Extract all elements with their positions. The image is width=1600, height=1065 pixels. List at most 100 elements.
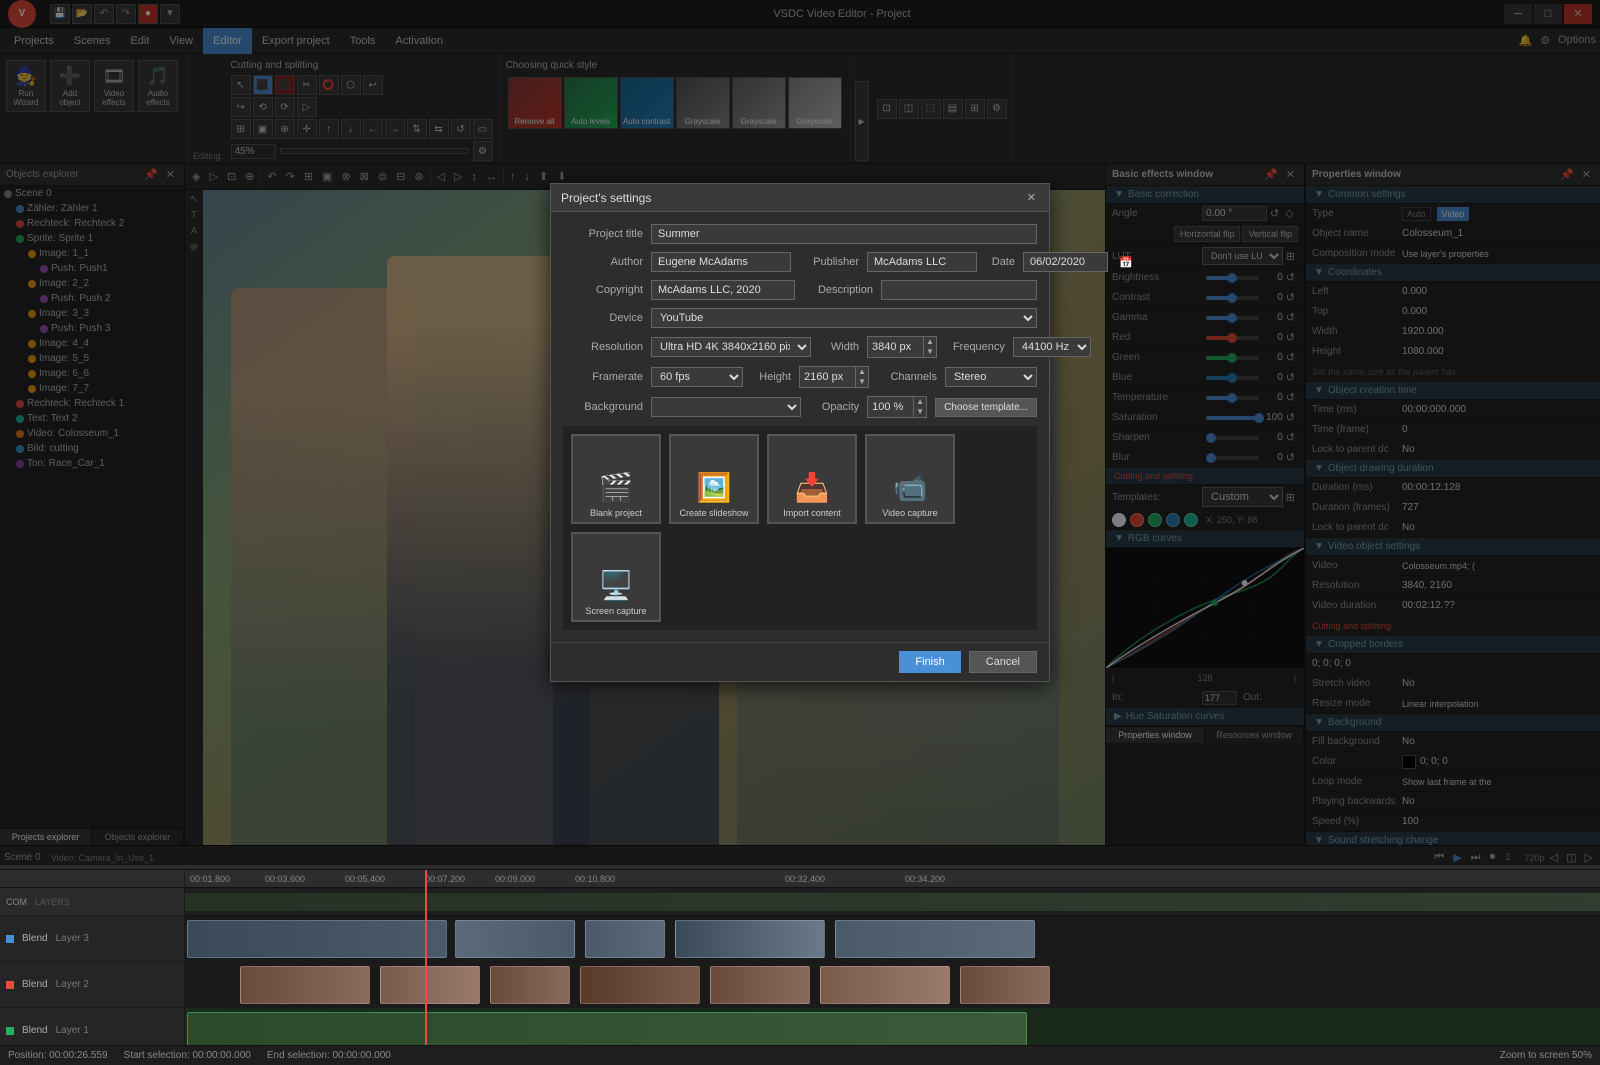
project-title-input[interactable] — [651, 224, 1037, 244]
blend-label-1: Blend — [22, 1025, 48, 1036]
author-input[interactable] — [651, 252, 791, 272]
height-field-label: Height — [751, 371, 791, 383]
track-dot-2 — [6, 981, 14, 989]
clip-2-6[interactable] — [820, 966, 950, 1004]
clip-1-main[interactable] — [187, 1012, 1027, 1045]
clip-3-3[interactable] — [585, 920, 665, 958]
dialog-title-bar: Project's settings ✕ — [551, 184, 1049, 212]
import-template-icon: 📥 — [795, 471, 830, 504]
template-import[interactable]: 📥 Import content — [767, 434, 857, 524]
com-layers-label: LAYERS — [35, 897, 70, 907]
clip-3-2[interactable] — [455, 920, 575, 958]
end-selection-label: End selection: 00:00:00.000 — [267, 1050, 391, 1061]
opacity-down[interactable]: ▼ — [914, 407, 926, 417]
dialog-author-row: Author Publisher Date 📅 — [563, 252, 1037, 272]
playhead — [425, 870, 427, 1045]
height-down[interactable]: ▼ — [856, 377, 868, 387]
channels-select[interactable]: Stereo — [945, 367, 1037, 387]
timeline-ruler: 00:01.800 00:03.600 00:05.400 00:07.200 … — [185, 870, 1600, 888]
timeline-content: 00:01.800 00:03.600 00:05.400 00:07.200 … — [185, 870, 1600, 1045]
copyright-input[interactable] — [651, 280, 795, 300]
template-video-capture[interactable]: 📹 Video capture — [865, 434, 955, 524]
import-template-label: Import content — [783, 508, 841, 518]
blank-template-label: Blank project — [590, 508, 642, 518]
track-2 — [185, 962, 1600, 1008]
clip-2-2[interactable] — [380, 966, 480, 1004]
track-dot-3 — [6, 935, 14, 943]
track-label-2: Blend Layer 2 — [0, 962, 184, 1008]
track-dot-1 — [6, 1027, 14, 1035]
slideshow-template-label: Create slideshow — [679, 508, 748, 518]
timeline-body: COM LAYERS Blend Layer 3 Blend Layer 2 B… — [0, 870, 1600, 1045]
cancel-button[interactable]: Cancel — [969, 651, 1037, 673]
device-select[interactable]: YouTube — [651, 308, 1037, 328]
description-label: Description — [803, 284, 873, 296]
slideshow-template-icon: 🖼️ — [697, 471, 732, 504]
height-input[interactable] — [800, 369, 855, 385]
opacity-label: Opacity — [809, 401, 859, 413]
dialog-copyright-row: Copyright Description — [563, 280, 1037, 300]
dialog-resolution-row: Resolution Ultra HD 4K 3840x2160 pixels … — [563, 336, 1037, 358]
layer1-label: Layer 1 — [56, 1025, 89, 1036]
clip-2-1[interactable] — [240, 966, 370, 1004]
ruler-2: 00:05.400 — [345, 874, 385, 884]
clip-3-4[interactable] — [675, 920, 825, 958]
blend-label-2: Blend — [22, 979, 48, 990]
channels-label: Channels — [877, 371, 937, 383]
description-input[interactable] — [881, 280, 1037, 300]
track-3 — [185, 916, 1600, 962]
width-up[interactable]: ▲ — [924, 337, 936, 347]
copyright-label: Copyright — [563, 284, 643, 296]
publisher-input[interactable] — [867, 252, 977, 272]
resolution-field-label: Resolution — [563, 341, 643, 353]
template-blank[interactable]: 🎬 Blank project — [571, 434, 661, 524]
opacity-input[interactable] — [868, 399, 913, 415]
statusbar: Position: 00:00:26.559 Start selection: … — [0, 1045, 1600, 1065]
dialog-overlay: Project's settings ✕ Project title Autho… — [0, 0, 1600, 865]
height-up[interactable]: ▲ — [856, 367, 868, 377]
framerate-select[interactable]: 60 fps — [651, 367, 743, 387]
track-1 — [185, 1008, 1600, 1045]
clip-2-4[interactable] — [580, 966, 700, 1004]
template-screen-capture[interactable]: 🖥️ Screen capture — [571, 532, 661, 622]
layer2-label: Layer 2 — [56, 979, 89, 990]
dialog-background-row: Background Opacity ▲▼ Choose template... — [563, 396, 1037, 418]
date-input[interactable] — [1023, 252, 1108, 272]
resolution-select[interactable]: Ultra HD 4K 3840x2160 pixels (16 — [651, 337, 811, 357]
choose-template-button[interactable]: Choose template... — [935, 398, 1037, 417]
finish-button[interactable]: Finish — [899, 651, 960, 673]
project-title-label: Project title — [563, 228, 643, 240]
opacity-up[interactable]: ▲ — [914, 397, 926, 407]
videocap-template-icon: 📹 — [893, 471, 928, 504]
ruler-0: 00:01.800 — [190, 874, 230, 884]
template-slideshow[interactable]: 🖼️ Create slideshow — [669, 434, 759, 524]
dialog-body: Project title Author Publisher Date 📅 Co… — [551, 212, 1049, 642]
background-select[interactable] — [651, 397, 801, 417]
clip-3-1[interactable] — [187, 920, 447, 958]
device-label: Device — [563, 312, 643, 324]
dialog-device-row: Device YouTube — [563, 308, 1037, 328]
clip-3-5[interactable] — [835, 920, 1035, 958]
dialog-title-row: Project title — [563, 224, 1037, 244]
com-waveform — [185, 893, 1600, 911]
blank-template-icon: 🎬 — [599, 471, 634, 504]
ruler-6: 00:32.400 — [785, 874, 825, 884]
background-label: Background — [563, 401, 643, 413]
screencap-template-icon: 🖥️ — [599, 569, 634, 602]
framerate-label: Framerate — [563, 371, 643, 383]
clip-2-3[interactable] — [490, 966, 570, 1004]
ruler-1: 00:03.600 — [265, 874, 305, 884]
date-picker-icon[interactable]: 📅 — [1116, 255, 1136, 270]
dialog-close-button[interactable]: ✕ — [1024, 190, 1039, 205]
width-down[interactable]: ▼ — [924, 347, 936, 357]
dialog-buttons: Finish Cancel — [551, 642, 1049, 681]
publisher-label: Publisher — [799, 256, 859, 268]
dialog-framerate-row: Framerate 60 fps Height ▲▼ Channels Ster… — [563, 366, 1037, 388]
clip-2-7[interactable] — [960, 966, 1050, 1004]
clip-2-5[interactable] — [710, 966, 810, 1004]
track-label-com: COM LAYERS — [0, 888, 184, 916]
layer3-label: Layer 3 — [56, 933, 89, 944]
ruler-header — [0, 870, 184, 888]
width-input[interactable] — [868, 339, 923, 355]
frequency-select[interactable]: 44100 Hz — [1013, 337, 1091, 357]
